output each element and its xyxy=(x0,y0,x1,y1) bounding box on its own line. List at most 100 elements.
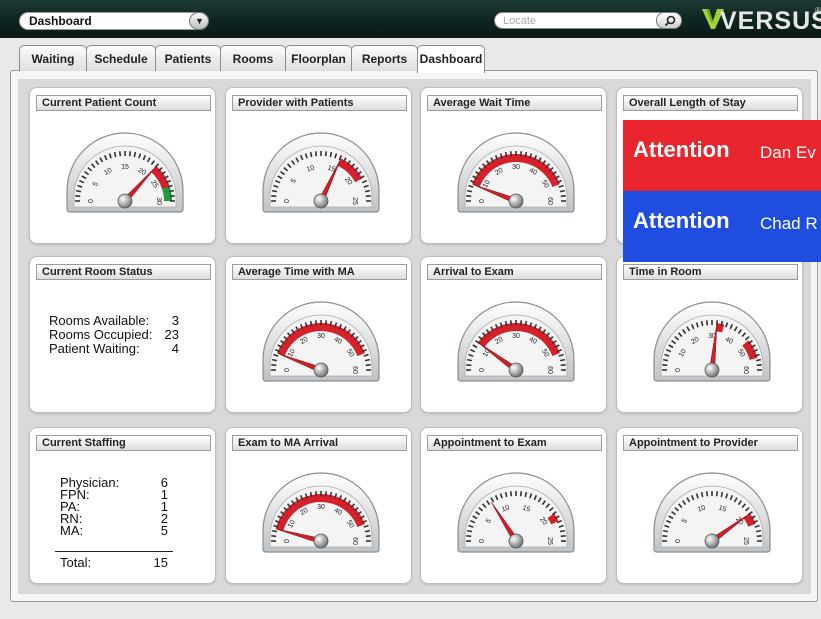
gauge-tick xyxy=(271,363,277,367)
average-wait-gauge: 01020 30 405060 xyxy=(457,132,575,213)
gauge-tick-label: 0 xyxy=(479,368,486,372)
tab-rooms[interactable]: Rooms xyxy=(220,45,286,71)
gauge-tick xyxy=(509,320,513,326)
attention-alert-red[interactable]: Attention Dan Ev xyxy=(623,120,821,191)
tab-patients[interactable]: Patients xyxy=(155,45,221,71)
gauge-tick xyxy=(118,151,122,157)
tab-floorplan[interactable]: Floorplan xyxy=(285,45,352,71)
card-title: Average Time with MA xyxy=(232,264,407,280)
gauge-tick xyxy=(720,320,724,327)
stat-row: FPN: 1 xyxy=(60,487,176,502)
time-in-room-gauge: 01020 30 405060 xyxy=(653,301,771,382)
gauge-tick-label: 60 xyxy=(351,366,358,374)
attention-alert-blue[interactable]: Attention Chad R xyxy=(623,191,821,262)
gauge-tick xyxy=(466,189,473,193)
card-title: Average Wait Time xyxy=(427,95,602,111)
gauge-tick xyxy=(466,534,472,538)
alert-heading: Attention xyxy=(633,208,730,233)
gauge-tick xyxy=(466,194,472,198)
card-current-patient-count: Current Patient Count 0 5 10 15 20 25 30 xyxy=(29,87,216,244)
gauge-tick xyxy=(329,491,333,498)
gauge-tick-label: 0 xyxy=(675,539,682,543)
gauge-tick xyxy=(364,358,371,362)
card-title: Current Staffing xyxy=(36,435,211,451)
gauge-tick xyxy=(715,491,719,497)
gauge-tick xyxy=(364,529,371,533)
exam-ma-arrival-gauge: 01020 30 405060 xyxy=(262,472,380,553)
gauge-tick-label: 30 xyxy=(317,333,325,340)
gauge-tick xyxy=(324,151,328,157)
gauge-hub xyxy=(704,533,720,549)
time-with-ma-gauge: 01020 30 405060 xyxy=(262,301,380,382)
gauge-tick xyxy=(700,491,704,498)
stat-label: Rooms Occupied: xyxy=(49,327,153,342)
total-row: Total: 15 xyxy=(60,555,176,570)
gauge-tick xyxy=(365,534,371,538)
gauge-tick xyxy=(271,194,277,198)
stat-label: Rooms Available: xyxy=(49,313,150,328)
gauge-tick xyxy=(756,534,762,538)
gauge-tick-label: 60 xyxy=(351,537,358,545)
total-divider xyxy=(55,551,173,552)
gauge-tick xyxy=(324,320,328,326)
tab-waiting[interactable]: Waiting xyxy=(19,45,87,71)
locate-search-box[interactable] xyxy=(494,12,682,29)
gauge-tick xyxy=(466,358,473,362)
gauge-tick-label: 0 xyxy=(284,539,291,543)
card-current-room-status: Current Room Status Rooms Available: 3 R… xyxy=(29,256,216,413)
gauge-tick xyxy=(705,320,709,326)
gauge-tick xyxy=(559,189,566,193)
chevron-down-icon: ▼ xyxy=(195,16,204,26)
search-button[interactable] xyxy=(656,12,682,29)
stat-value: 5 xyxy=(160,523,168,538)
card-arrival-to-exam: Arrival to Exam 0 10 20 30 40 50 60 xyxy=(420,256,607,413)
view-select-label: Dashboard xyxy=(29,14,92,28)
gauge-tick-label: 60 xyxy=(546,366,553,374)
gauge-tick xyxy=(700,320,704,327)
stat-row: Physician: 6 xyxy=(60,475,176,490)
gauge-tick xyxy=(560,194,566,198)
card-time-in-room: Time in Room 0 10 20 30 40 50 60 xyxy=(616,256,803,413)
gauge-tick-label: 15 xyxy=(121,164,129,171)
stat-value: 23 xyxy=(164,327,179,342)
gauge-tick xyxy=(309,491,313,498)
gauge-tick-label: 30 xyxy=(512,333,520,340)
gauge-tick xyxy=(324,491,328,497)
gauge-tick xyxy=(309,320,313,327)
gauge-tick xyxy=(519,151,523,157)
alert-patient-name: Chad R xyxy=(760,214,818,233)
registered-mark: ® xyxy=(815,6,821,15)
gauge-tick xyxy=(559,529,566,533)
gauge-hub xyxy=(313,533,329,549)
card-provider-with-patients: Provider with Patients 0 5 10 15 20 25 xyxy=(225,87,412,244)
gauge-tick xyxy=(662,358,669,362)
gauge-tick-label: 30 xyxy=(512,164,520,171)
gauge-tick xyxy=(168,189,175,193)
tab-dashboard[interactable]: Dashboard xyxy=(417,45,485,73)
tab-reports[interactable]: Reports xyxy=(351,45,418,71)
gauge-tick xyxy=(329,151,333,158)
gauge-tick xyxy=(309,151,313,158)
gauge-hub xyxy=(313,362,329,378)
gauge-tick-label: 60 xyxy=(742,366,749,374)
gauge-tick-label: 0 xyxy=(479,199,486,203)
card-appointment-to-exam: Appointment to Exam 0 5 10 15 20 25 xyxy=(420,427,607,584)
gauge-tick xyxy=(519,491,523,497)
locate-input[interactable] xyxy=(503,14,653,27)
card-title: Provider with Patients xyxy=(232,95,407,111)
card-exam-to-ma-arrival: Exam to MA Arrival 0 10 20 30 40 50 60 xyxy=(225,427,412,584)
gauge-tick xyxy=(560,534,566,538)
gauge-tick-label: 0 xyxy=(284,368,291,372)
card-title: Arrival to Exam xyxy=(427,264,602,280)
stat-row: Patient Waiting: 4 xyxy=(49,341,179,356)
stat-row: Rooms Occupied: 23 xyxy=(49,327,179,342)
gauge-tick xyxy=(504,151,508,158)
gauge-tick xyxy=(504,491,508,498)
gauge-tick xyxy=(524,320,528,327)
view-select[interactable]: Dashboard ▼ xyxy=(19,12,209,30)
dropdown-button[interactable]: ▼ xyxy=(189,12,209,30)
card-average-wait-time: Average Wait Time 0 10 20 30 40 50 60 xyxy=(420,87,607,244)
card-average-time-with-ma: Average Time with MA 0 10 20 30 40 50 60 xyxy=(225,256,412,413)
tab-schedule[interactable]: Schedule xyxy=(86,45,156,71)
patient-count-gauge: 0510 15 202530 xyxy=(66,132,184,213)
